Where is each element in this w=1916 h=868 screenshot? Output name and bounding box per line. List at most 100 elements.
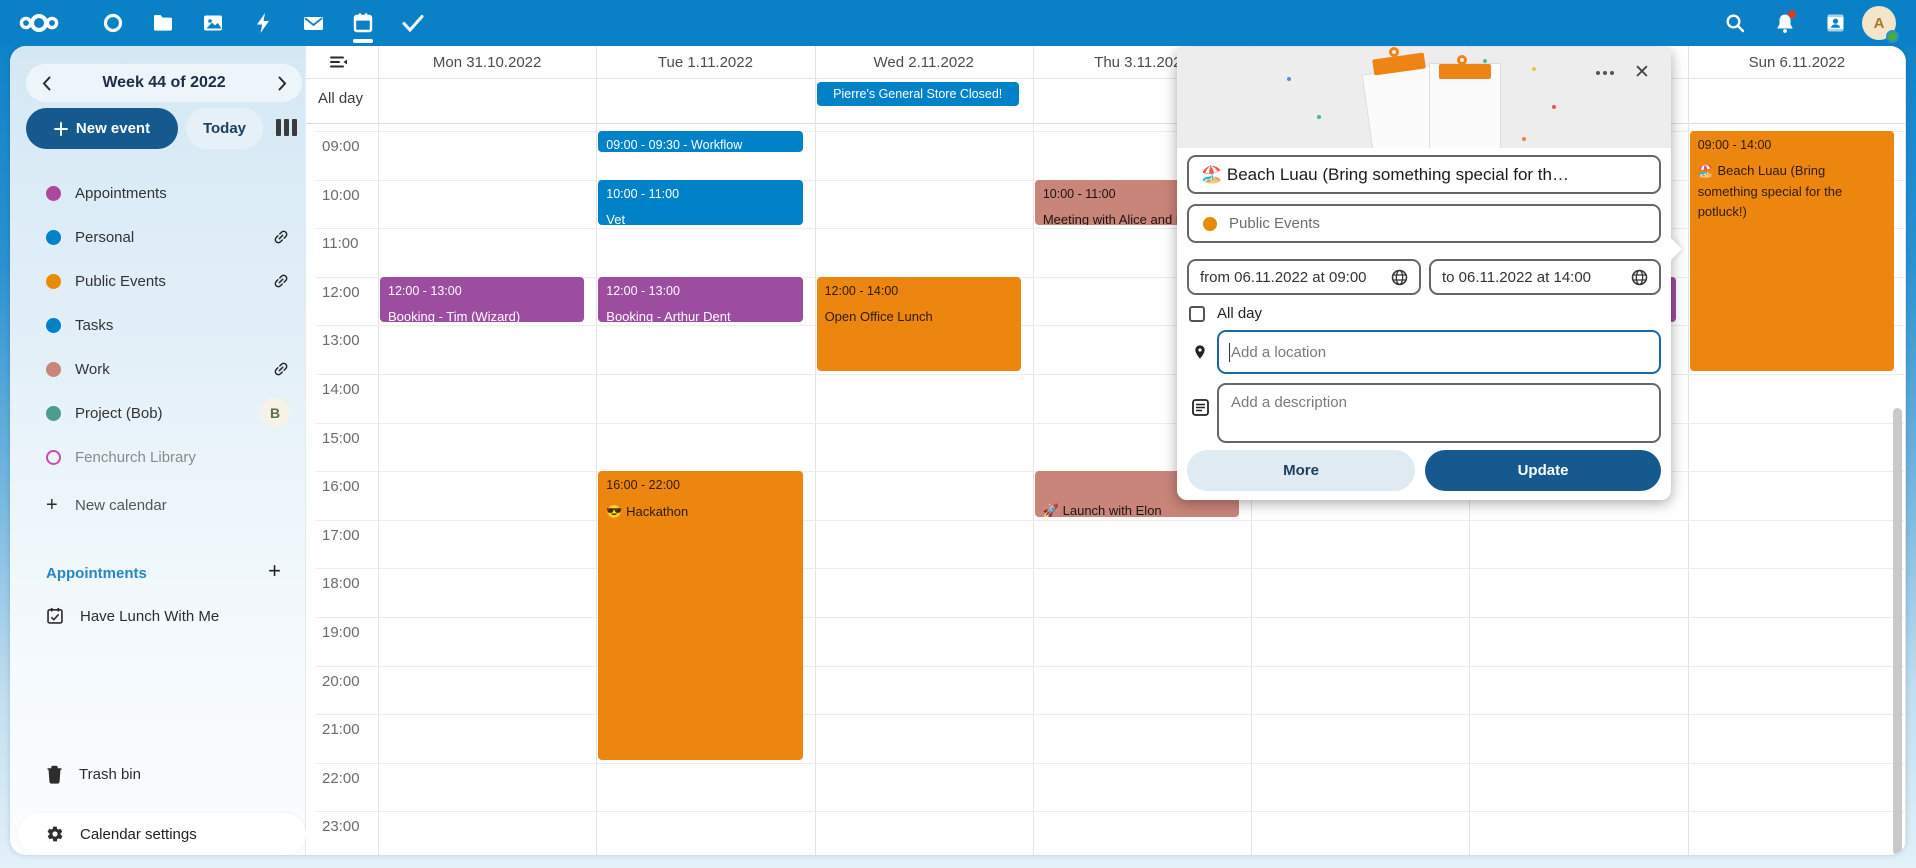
calendar-app-icon[interactable]	[340, 0, 386, 46]
event-title: Vet	[606, 210, 794, 225]
files-icon[interactable]	[140, 0, 186, 46]
timezone-globe-icon[interactable]	[1631, 269, 1648, 286]
hour-gridline	[316, 568, 1906, 569]
sidebar-calendar-item[interactable]: Work	[10, 347, 306, 391]
photos-icon[interactable]	[190, 0, 236, 46]
time-label: 22:00	[322, 770, 360, 787]
calendar-event[interactable]: 16:00 - 22:00😎 Hackathon	[598, 471, 802, 760]
location-pin-icon	[1189, 342, 1211, 362]
next-week-button[interactable]	[262, 64, 302, 102]
update-button[interactable]: Update	[1425, 450, 1661, 491]
trash-bin-item[interactable]: Trash bin	[10, 752, 306, 796]
event-title-value: 🏖️ Beach Luau (Bring something special f…	[1201, 165, 1569, 185]
calendar-color-dot	[46, 318, 61, 333]
day-header: Wed 2.11.2022	[815, 46, 1033, 78]
time-label: 20:00	[322, 673, 360, 690]
week-label: Week 44 of 2022	[102, 74, 225, 92]
share-link-icon[interactable]	[272, 272, 290, 290]
calendar-event[interactable]: 12:00 - 14:00Open Office Lunch	[817, 277, 1021, 371]
more-button[interactable]: More	[1187, 450, 1415, 491]
collapse-allday-icon[interactable]	[330, 55, 348, 69]
calendar-color-dot	[46, 186, 61, 201]
appointment-config-item[interactable]: Have Lunch With Me	[10, 594, 306, 638]
dashboard-icon[interactable]	[90, 0, 136, 46]
sidebar-calendar-item[interactable]: Fenchurch Library	[10, 435, 306, 479]
event-title-input[interactable]: 🏖️ Beach Luau (Bring something special f…	[1187, 155, 1661, 194]
calendar-sidebar: Week 44 of 2022 New event Today Appointm…	[10, 46, 306, 855]
nextcloud-logo-icon[interactable]	[12, 0, 66, 46]
time-label: 12:00	[322, 284, 360, 301]
time-label: 13:00	[322, 332, 360, 349]
new-calendar-label: New calendar	[75, 497, 167, 514]
close-icon[interactable]: ✕	[1627, 57, 1657, 87]
description-input[interactable]: Add a description	[1217, 383, 1661, 443]
time-label: 14:00	[322, 381, 360, 398]
hour-gridline	[316, 811, 1906, 812]
online-status-dot	[1886, 30, 1899, 43]
location-input[interactable]: Add a location	[1217, 330, 1661, 374]
activity-icon[interactable]	[240, 0, 286, 46]
sidebar-calendar-item[interactable]: Tasks	[10, 303, 306, 347]
mail-icon[interactable]	[290, 0, 336, 46]
calendar-event[interactable]: 09:00 - 14:00🏖️ Beach Luau (Bring someth…	[1690, 131, 1894, 371]
time-label: 10:00	[322, 187, 360, 204]
tasks-icon[interactable]	[390, 0, 436, 46]
allday-checkbox-row[interactable]: All day	[1189, 305, 1262, 322]
time-label: 15:00	[322, 430, 360, 447]
end-datetime-field[interactable]: to 06.11.2022 at 14:00	[1429, 259, 1661, 295]
timezone-globe-icon[interactable]	[1391, 269, 1408, 286]
shared-user-avatar: B	[260, 398, 290, 428]
event-title: 🏖️ Beach Luau (Bring something special f…	[1698, 161, 1886, 221]
calendar-color-dot	[46, 362, 61, 377]
calendar-event[interactable]: 12:00 - 13:00 Booking - Tim (Wizard)	[380, 277, 584, 323]
sidebar-calendar-item[interactable]: Project (Bob)B	[10, 391, 306, 435]
calendar-check-icon	[46, 607, 64, 625]
share-link-icon[interactable]	[272, 360, 290, 378]
new-event-button[interactable]: New event	[26, 108, 178, 149]
plus-icon: +	[46, 498, 61, 513]
event-title: Open Office Lunch	[825, 307, 1013, 327]
more-actions-icon[interactable]	[1591, 59, 1619, 87]
time-label: 16:00	[322, 478, 360, 495]
column-divider	[1688, 46, 1689, 855]
user-avatar[interactable]: A	[1862, 6, 1896, 40]
notification-badge	[1788, 10, 1796, 18]
trash-icon	[46, 765, 63, 784]
calendar-name: Tasks	[75, 317, 113, 334]
previous-week-button[interactable]	[26, 64, 66, 102]
sidebar-calendar-item[interactable]: Appointments	[10, 171, 306, 215]
add-appointment-config-button[interactable]: +	[268, 558, 281, 584]
allday-event[interactable]: Pierre's General Store Closed!	[817, 82, 1019, 106]
event-label: 09:00 - 09:30 - Workflow Discussion	[606, 136, 794, 152]
sidebar-calendar-item[interactable]: Public Events	[10, 259, 306, 303]
active-app-indicator	[353, 39, 373, 43]
event-time: 12:00 - 13:00	[606, 282, 794, 301]
start-datetime-field[interactable]: from 06.11.2022 at 09:00	[1187, 259, 1421, 295]
allday-checkbox[interactable]	[1189, 306, 1205, 322]
calendar-color-dot	[46, 274, 61, 289]
notifications-bell-icon[interactable]	[1762, 0, 1808, 46]
calendar-picker[interactable]: Public Events	[1187, 204, 1661, 243]
hour-gridline	[316, 666, 1906, 667]
new-calendar-button[interactable]: + New calendar	[10, 483, 306, 527]
calendar-color-dot	[1203, 217, 1217, 231]
time-label: 17:00	[322, 527, 360, 544]
view-switcher-icon[interactable]	[276, 119, 297, 136]
vertical-scrollbar[interactable]	[1893, 408, 1902, 855]
calendar-event[interactable]: 09:00 - 09:30 - Workflow Discussion	[598, 131, 802, 152]
today-button[interactable]: Today	[186, 108, 263, 149]
search-icon[interactable]	[1712, 0, 1758, 46]
contacts-icon[interactable]	[1812, 0, 1858, 46]
time-label: 21:00	[322, 721, 360, 738]
event-title: Booking - Tim (Wizard)	[388, 307, 576, 322]
new-event-label: New event	[76, 120, 150, 137]
calendar-settings-button[interactable]: Calendar settings	[18, 813, 306, 855]
column-divider	[1905, 46, 1906, 855]
calendar-event[interactable]: 10:00 - 11:00Vet	[598, 180, 802, 226]
event-time: 12:00 - 13:00	[388, 282, 576, 301]
share-link-icon[interactable]	[272, 228, 290, 246]
calendar-color-dot	[46, 230, 61, 245]
sidebar-calendar-item[interactable]: Personal	[10, 215, 306, 259]
time-label: 09:00	[322, 138, 360, 155]
calendar-event[interactable]: 12:00 - 13:00Booking - Arthur Dent	[598, 277, 802, 323]
